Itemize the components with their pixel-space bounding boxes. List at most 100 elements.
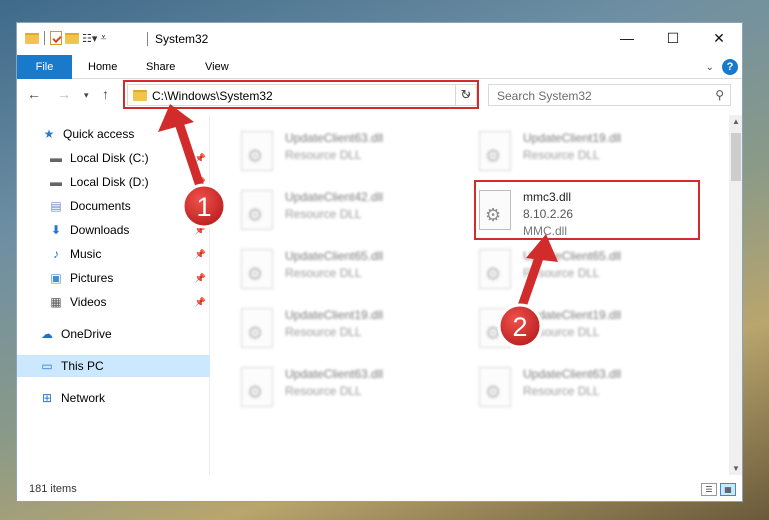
pin-icon: 📌	[194, 224, 206, 235]
drive-icon: ▬	[50, 175, 62, 189]
sidebar-item-label: Local Disk (C:)	[70, 151, 149, 165]
new-folder-icon[interactable]	[65, 32, 79, 44]
sidebar-item-videos[interactable]: ▦ Videos 📌	[17, 291, 210, 313]
sidebar-item-local-disk-d[interactable]: ▬ Local Disk (D:) 📌	[17, 171, 210, 193]
tab-home[interactable]: Home	[88, 55, 117, 79]
pin-icon: 📌	[194, 176, 206, 187]
help-icon[interactable]: ?	[722, 59, 738, 75]
file-name: UpdateClient63.dll	[285, 367, 384, 381]
file-name: UpdateClient65.dll	[285, 249, 384, 263]
sidebar-item-this-pc[interactable]: ▭ This PC	[17, 355, 210, 377]
scroll-down-icon[interactable]: ▼	[732, 464, 740, 473]
scroll-up-icon[interactable]: ▲	[732, 117, 740, 126]
back-arrow-icon[interactable]: ←	[27, 86, 41, 102]
sidebar-item-label: Documents	[70, 199, 131, 213]
details-view-icon[interactable]: ☰	[701, 483, 717, 496]
sidebar-item-local-disk-c[interactable]: ▬ Local Disk (C:) 📌	[17, 147, 210, 169]
list-item[interactable]: ⚙ UpdateClient65.dll Resource DLL	[479, 247, 679, 297]
pin-icon: 📌	[194, 248, 206, 259]
sidebar-item-quick-access[interactable]: ★ Quick access	[17, 123, 210, 145]
sidebar-item-label: Downloads	[70, 223, 130, 237]
star-icon: ★	[43, 127, 55, 141]
list-item[interactable]: ⚙ UpdateClient42.dll Resource DLL	[241, 188, 441, 238]
list-item[interactable]: ⚙ UpdateClient19.dll Resource DLL	[479, 306, 679, 356]
address-bar[interactable]: C:\Windows\System32 ⌄	[127, 84, 477, 106]
list-item[interactable]: ⚙ UpdateClient63.dll Resource DLL	[241, 129, 441, 179]
dll-file-icon: ⚙	[241, 367, 273, 407]
file-name: UpdateClient63.dll	[523, 367, 622, 381]
dll-file-icon: ⚙	[479, 190, 511, 230]
dll-file-icon: ⚙	[241, 131, 273, 171]
file-description: Resource DLL	[285, 325, 362, 339]
explorer-window: ☷▾ ⩡ System32 — ☐ ✕ File Home Share View…	[16, 22, 743, 502]
list-item-mmc3-dll[interactable]: ⚙ mmc3.dll 8.10.2.26 MMC.dll	[479, 188, 679, 238]
file-description: MMC.dll	[523, 224, 567, 238]
file-description: Resource DLL	[285, 266, 362, 280]
dll-file-icon: ⚙	[241, 249, 273, 289]
chevron-down-icon[interactable]: ⩡	[100, 32, 106, 45]
search-input[interactable]: Search System32	[497, 89, 592, 103]
file-description: Resource DLL	[523, 148, 600, 162]
view-toggle: ☰ ▦	[701, 483, 736, 496]
file-description: Resource DLL	[523, 266, 600, 280]
file-list: ⚙ UpdateClient63.dll Resource DLL ⚙ Upda…	[211, 115, 729, 475]
file-name: UpdateClient19.dll	[285, 308, 384, 322]
refresh-button[interactable]: ↻	[455, 84, 477, 106]
minimize-button[interactable]: —	[604, 23, 650, 53]
properties-icon[interactable]	[50, 31, 62, 45]
recent-locations-icon[interactable]: ▾	[84, 90, 89, 101]
search-box[interactable]: Search System32 ⚲	[488, 84, 731, 106]
maximize-button[interactable]: ☐	[650, 23, 696, 53]
tiles-view-icon[interactable]: ▦	[720, 483, 736, 496]
sidebar-item-label: Pictures	[70, 271, 114, 285]
file-description: Resource DLL	[285, 207, 362, 221]
tab-view[interactable]: View	[205, 55, 229, 79]
ribbon-tabs: File Home Share View ⌄ ?	[17, 55, 742, 79]
sidebar-item-music[interactable]: ♪ Music 📌	[17, 243, 210, 265]
list-item[interactable]: ⚙ UpdateClient65.dll Resource DLL	[241, 247, 441, 297]
list-item[interactable]: ⚙ UpdateClient19.dll Resource DLL	[479, 129, 679, 179]
videos-icon: ▦	[50, 295, 62, 309]
folder-icon[interactable]	[25, 32, 39, 44]
file-description: Resource DLL	[523, 325, 600, 339]
customize-toolbar-icon[interactable]: ☷▾	[82, 32, 97, 45]
title-bar: ☷▾ ⩡ System32 — ☐ ✕	[17, 23, 742, 55]
close-button[interactable]: ✕	[696, 23, 742, 53]
address-path[interactable]: C:\Windows\System32	[152, 89, 273, 103]
list-item[interactable]: ⚙ UpdateClient19.dll Resource DLL	[241, 306, 441, 356]
sidebar-item-downloads[interactable]: ⬇ Downloads 📌	[17, 219, 210, 241]
pictures-icon: ▣	[50, 271, 62, 285]
toolbar-divider	[44, 31, 45, 45]
up-arrow-icon[interactable]: ↑	[102, 86, 109, 102]
list-item[interactable]: ⚙ UpdateClient63.dll Resource DLL	[241, 365, 441, 415]
sidebar-item-pictures[interactable]: ▣ Pictures 📌	[17, 267, 210, 289]
sidebar-item-label: This PC	[61, 359, 104, 373]
vertical-scrollbar[interactable]: ▲ ▼	[729, 115, 742, 475]
status-bar: 181 items ☰ ▦	[17, 478, 742, 501]
sidebar-item-label: Network	[61, 391, 106, 405]
sidebar-item-label: Quick access	[63, 127, 135, 141]
network-icon: ⊞	[41, 391, 53, 405]
scrollbar-thumb[interactable]	[731, 133, 741, 181]
dll-file-icon: ⚙	[479, 367, 511, 407]
title-divider	[147, 32, 148, 46]
list-item[interactable]: ⚙ UpdateClient63.dll Resource DLL	[479, 365, 679, 415]
expand-ribbon-icon[interactable]: ⌄	[706, 62, 714, 73]
tab-file[interactable]: File	[17, 55, 72, 79]
search-icon[interactable]: ⚲	[715, 88, 724, 102]
documents-icon: ▤	[50, 199, 62, 213]
sidebar-item-onedrive[interactable]: ☁ OneDrive	[17, 323, 210, 345]
tab-share[interactable]: Share	[146, 55, 175, 79]
dll-file-icon: ⚙	[241, 308, 273, 348]
sidebar-item-network[interactable]: ⊞ Network	[17, 387, 210, 409]
file-name: mmc3.dll	[523, 190, 572, 204]
window-controls: — ☐ ✕	[604, 23, 742, 53]
forward-arrow-icon[interactable]: →	[57, 86, 71, 102]
sidebar-item-label: Local Disk (D:)	[70, 175, 149, 189]
sidebar-item-documents[interactable]: ▤ Documents 📌	[17, 195, 210, 217]
dll-file-icon: ⚙	[479, 131, 511, 171]
dll-file-icon: ⚙	[479, 308, 511, 348]
window-title: System32	[155, 32, 209, 46]
download-icon: ⬇	[50, 223, 62, 237]
quick-access-toolbar: ☷▾ ⩡	[25, 31, 107, 45]
